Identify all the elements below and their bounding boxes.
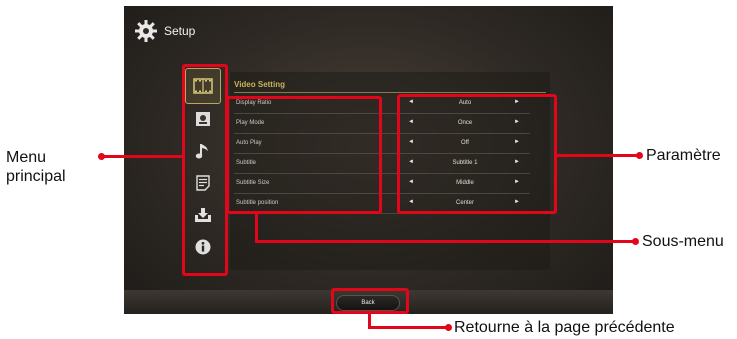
callout-main-menu-line2: principal [6,168,66,185]
callout-main-menu-line1: Menu [6,149,47,166]
title-bar: Setup [134,18,195,44]
gear-icon [135,20,157,42]
connector-sub-menu-v [255,212,258,243]
callout-sub-menu: Sous-menu [642,233,724,250]
connector-dot [632,238,639,245]
connector-parameters [556,154,639,157]
connector-dot [98,153,105,160]
page-title: Setup [164,24,196,38]
connector-sub-menu-h [255,240,635,243]
highlight-main-menu [182,64,228,276]
panel-title: Video Setting [234,80,285,89]
connector-dot [636,152,643,159]
highlight-parameters [397,94,557,214]
callout-back: Retourne à la page précédente [454,319,675,336]
highlight-sub-menu [226,96,382,214]
highlight-back-button [331,288,409,314]
connector-dot [445,324,452,331]
connector-main-menu [101,155,183,158]
connector-back-h [368,326,448,329]
title-divider [234,92,546,93]
callout-parameters: Paramètre [646,147,721,164]
callout-main-menu: Menu principal [6,148,66,186]
